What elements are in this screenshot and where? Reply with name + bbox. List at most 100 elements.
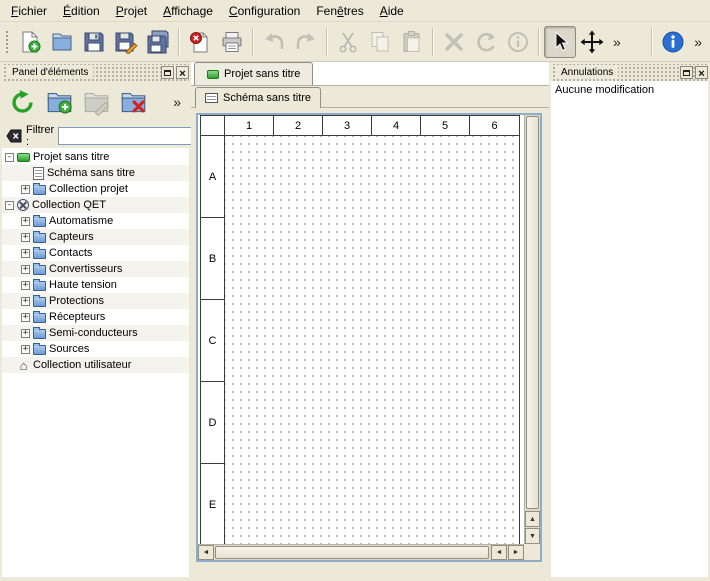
expand-toggle[interactable]: - (5, 153, 14, 162)
schema-icon (205, 93, 218, 103)
save-all-button[interactable] (142, 26, 174, 58)
tree-item-sources[interactable]: + Sources (2, 341, 189, 357)
undo-panel: Annulations Aucune modification (551, 64, 708, 577)
menu-fenetres[interactable]: Fenêtres (308, 1, 371, 21)
close-panel-button[interactable] (176, 66, 189, 79)
clear-filter-button[interactable] (6, 128, 22, 144)
delete-category-button[interactable] (116, 85, 150, 119)
about-info-button[interactable] (657, 26, 689, 58)
menu-projet[interactable]: Projet (108, 1, 155, 21)
save-button[interactable] (78, 26, 110, 58)
filter-label: Filtrer : (26, 124, 54, 148)
tree-item-haute-tension[interactable]: + Haute tension (2, 277, 189, 293)
reload-collections-button[interactable] (5, 85, 39, 119)
horizontal-scrollbar[interactable]: ◄ ◄ ► (198, 544, 524, 560)
open-project-button[interactable] (46, 26, 78, 58)
delete-button[interactable] (438, 26, 470, 58)
vertical-scrollbar[interactable]: ▲ ▼ (524, 115, 540, 544)
expand-toggle[interactable]: + (21, 185, 30, 194)
tree-item-schema[interactable]: Schéma sans titre (2, 165, 189, 181)
tree-item-protections[interactable]: + Protections (2, 293, 189, 309)
save-as-icon (114, 30, 138, 54)
expand-toggle[interactable]: + (21, 233, 30, 242)
scroll-down-button[interactable]: ▼ (525, 528, 540, 544)
select-mode-button[interactable] (544, 26, 576, 58)
scroll-right-button[interactable]: ► (508, 545, 524, 560)
menu-affichage[interactable]: Affichage (155, 1, 221, 21)
toolbar-overflow-icon[interactable] (689, 27, 707, 57)
tree-item-capteurs[interactable]: + Capteurs (2, 229, 189, 245)
new-category-button[interactable] (42, 85, 76, 119)
tree-item-contacts[interactable]: + Contacts (2, 245, 189, 261)
expand-toggle[interactable]: - (5, 201, 14, 210)
elements-panel-header[interactable]: Panel d'éléments (2, 64, 189, 81)
element-info-button[interactable] (502, 26, 534, 58)
scroll-up-button[interactable]: ▲ (525, 511, 540, 527)
tree-item-project[interactable]: - Projet sans titre (2, 149, 189, 165)
tree-item-semi-conducteurs[interactable]: + Semi-conducteurs (2, 325, 189, 341)
expand-toggle[interactable]: + (21, 217, 30, 226)
undo-icon (262, 30, 286, 54)
menu-configuration[interactable]: Configuration (221, 1, 308, 21)
scroll-left-button[interactable]: ◄ (198, 545, 214, 560)
toolbar-overflow-icon[interactable] (608, 27, 626, 57)
expand-toggle[interactable]: + (21, 313, 30, 322)
tree-item-collection-utilisateur[interactable]: Collection utilisateur (2, 357, 189, 373)
filter-row: Filtrer : (2, 123, 189, 148)
expand-toggle[interactable] (5, 361, 14, 370)
close-icon (179, 65, 185, 80)
schema-canvas[interactable]: 1 2 3 4 5 6 A B C D E (198, 115, 524, 544)
tree-item-automatisme[interactable]: + Automatisme (2, 213, 189, 229)
undo-history-list[interactable]: Aucune modification (551, 81, 708, 577)
scroll-left-button[interactable]: ◄ (491, 545, 507, 560)
expand-toggle[interactable]: + (21, 249, 30, 258)
tree-item-collection-projet[interactable]: + Collection projet (2, 181, 189, 197)
save-as-button[interactable] (110, 26, 142, 58)
menu-fichier[interactable]: Fichier (3, 1, 55, 21)
toolbar-separator (651, 28, 653, 56)
toolbar-drag-handle[interactable] (4, 29, 10, 55)
undo-panel-header[interactable]: Annulations (551, 64, 708, 81)
redo-icon (294, 30, 318, 54)
print-button[interactable] (216, 26, 248, 58)
new-document-button[interactable] (14, 26, 46, 58)
expand-toggle[interactable]: + (21, 281, 30, 290)
expand-toggle[interactable]: + (21, 329, 30, 338)
filter-input[interactable] (58, 127, 208, 145)
undo-empty-text: Aucune modification (551, 81, 708, 99)
close-document-button[interactable] (184, 26, 216, 58)
menu-edition[interactable]: Édition (55, 1, 108, 21)
close-panel-button[interactable] (695, 66, 708, 79)
float-panel-button[interactable] (680, 66, 693, 79)
toolbar-separator (432, 28, 434, 56)
cut-button[interactable] (332, 26, 364, 58)
row-header: B (201, 218, 224, 300)
expand-toggle[interactable]: + (21, 265, 30, 274)
tab-projet-sans-titre[interactable]: Projet sans titre (194, 62, 313, 85)
horizontal-scrollbar-handle[interactable] (215, 546, 489, 559)
close-document-icon (188, 30, 212, 54)
vertical-scrollbar-handle[interactable] (526, 116, 539, 509)
redo-button[interactable] (290, 26, 322, 58)
close-icon (698, 65, 704, 80)
undo-button[interactable] (258, 26, 290, 58)
tree-item-collection-qet[interactable]: - Collection QET (2, 197, 189, 213)
panel-toolbar-overflow-icon[interactable] (168, 87, 186, 117)
copy-button[interactable] (364, 26, 396, 58)
folder-icon (33, 249, 46, 259)
menu-aide[interactable]: Aide (372, 1, 412, 21)
tree-item-recepteurs[interactable]: + Récepteurs (2, 309, 189, 325)
paste-button[interactable] (396, 26, 428, 58)
tree-item-convertisseurs[interactable]: + Convertisseurs (2, 261, 189, 277)
info-blue-icon (661, 30, 685, 54)
expand-toggle[interactable]: + (21, 345, 30, 354)
elements-tree[interactable]: - Projet sans titre Schéma sans titre + … (2, 148, 189, 577)
expand-toggle[interactable] (21, 169, 30, 178)
edit-category-button[interactable] (79, 85, 113, 119)
tab-schema-sans-titre[interactable]: Schéma sans titre (195, 87, 321, 108)
float-panel-button[interactable] (161, 66, 174, 79)
rotate-button[interactable] (470, 26, 502, 58)
open-folder-icon (50, 30, 74, 54)
expand-toggle[interactable]: + (21, 297, 30, 306)
move-mode-button[interactable] (576, 26, 608, 58)
